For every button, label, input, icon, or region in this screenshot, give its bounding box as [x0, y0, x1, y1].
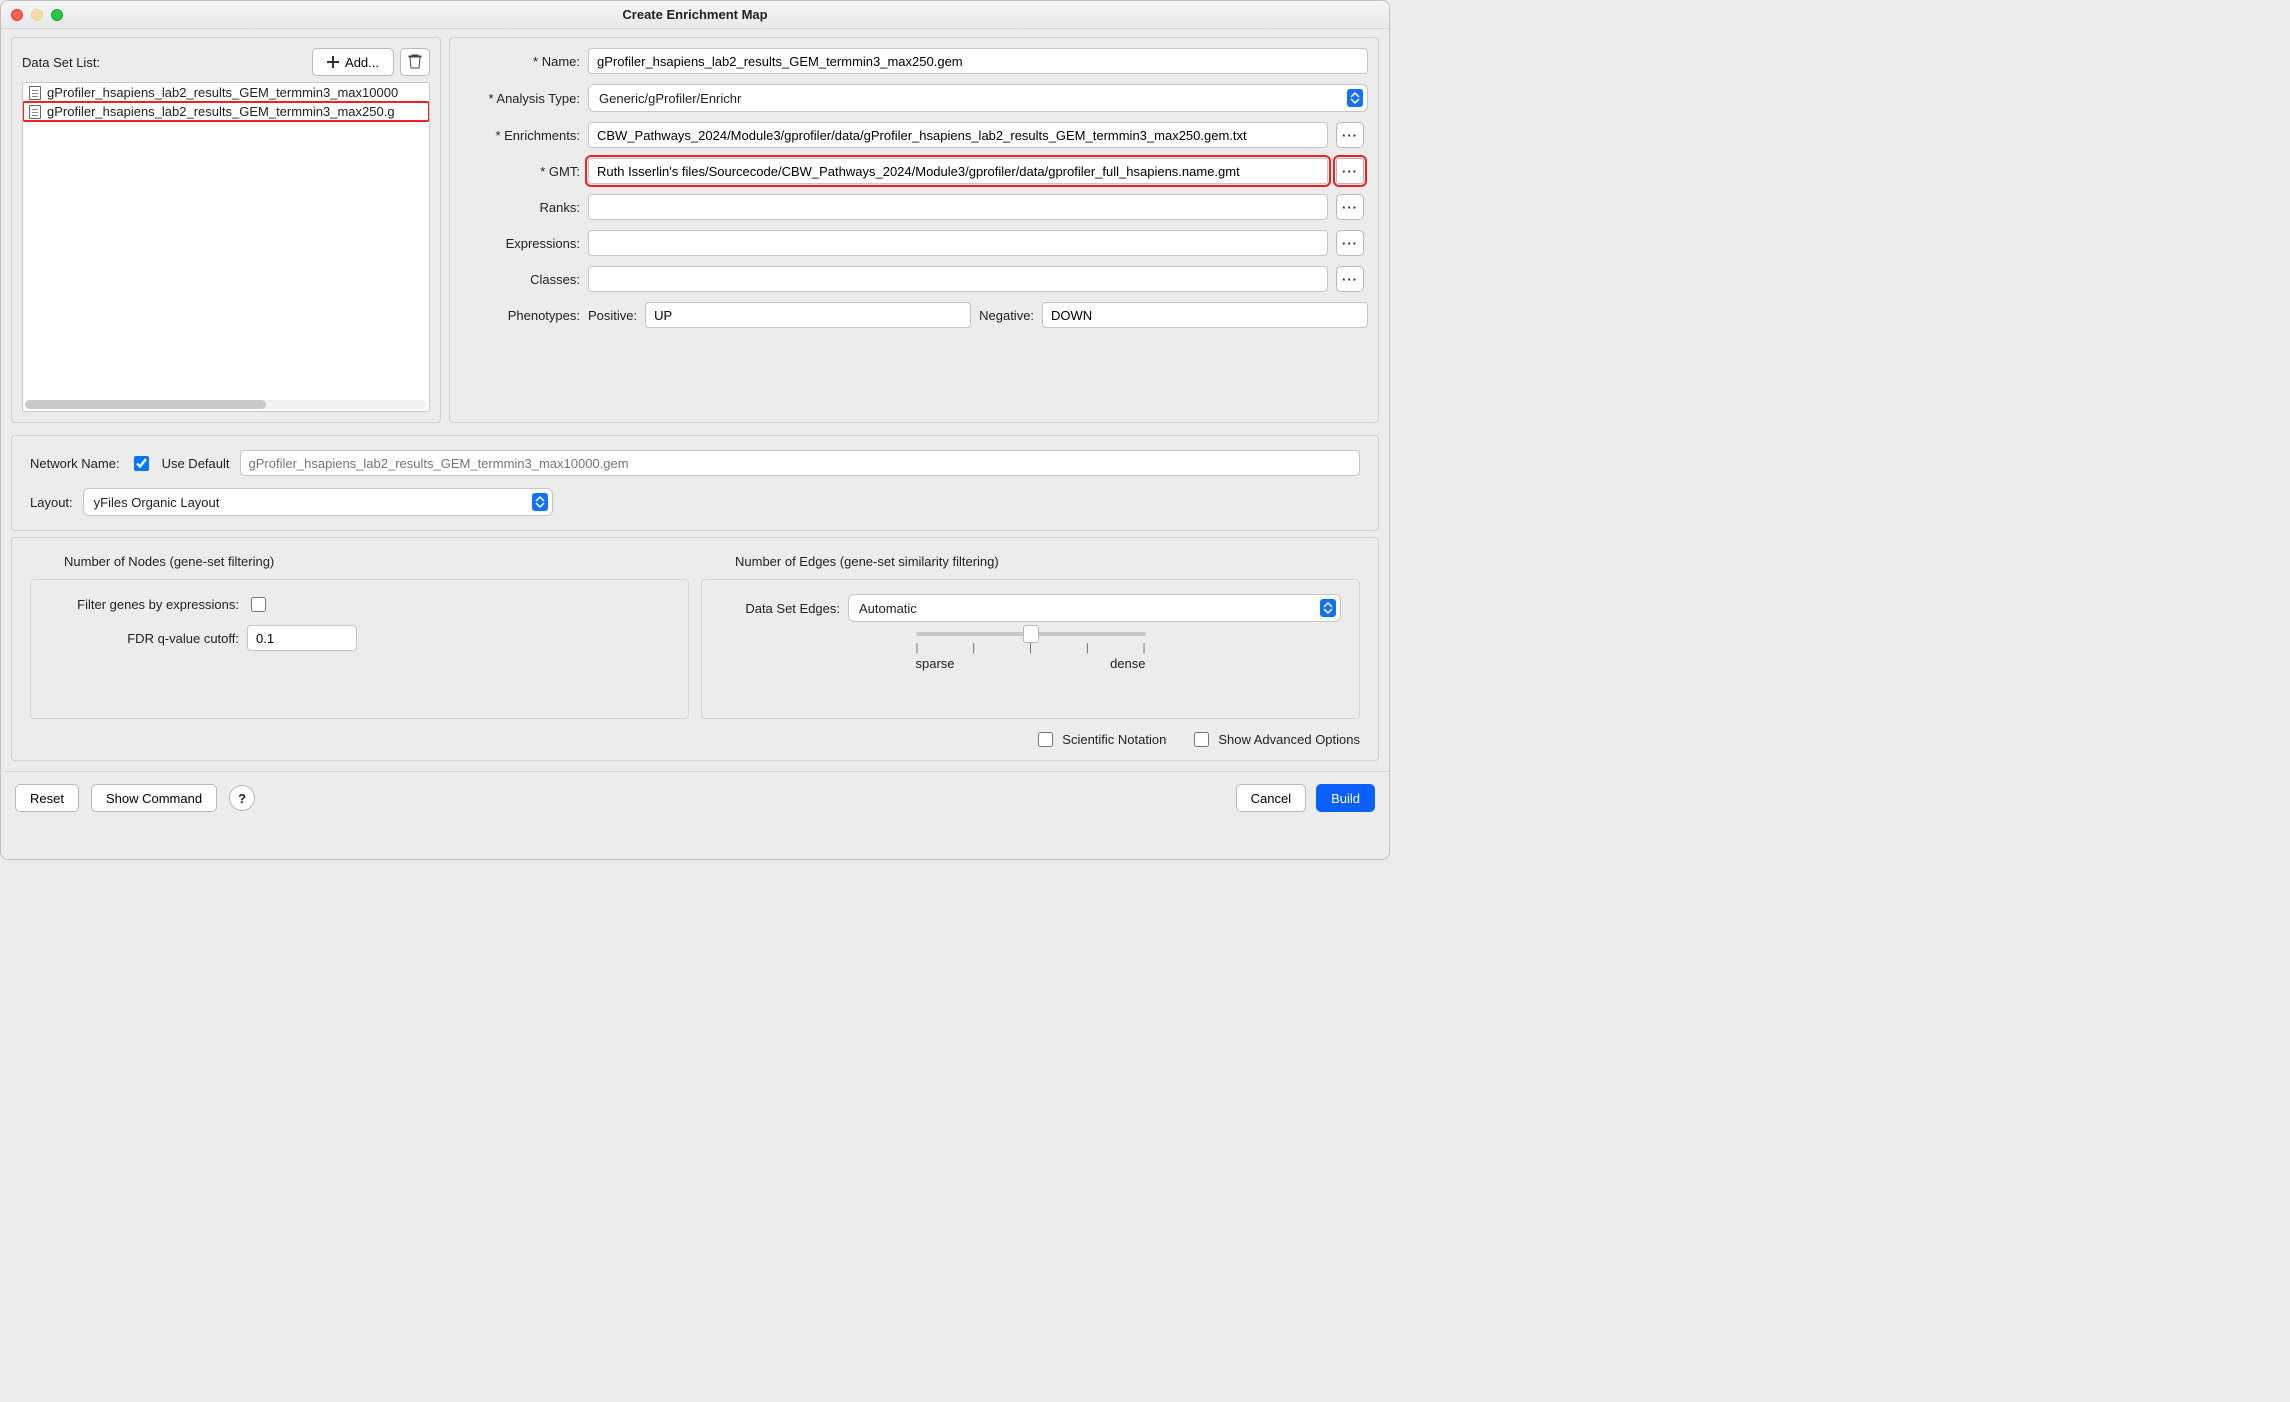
gmt-label: * GMT: — [460, 164, 580, 179]
fdr-label: FDR q-value cutoff: — [49, 631, 239, 646]
positive-input[interactable] — [645, 302, 971, 328]
expressions-input[interactable] — [588, 230, 1328, 256]
horizontal-scrollbar[interactable] — [25, 400, 427, 409]
show-advanced-label: Show Advanced Options — [1218, 732, 1360, 747]
build-button[interactable]: Build — [1316, 784, 1375, 812]
browse-gmt-button[interactable]: ··· — [1336, 158, 1364, 184]
name-label: * Name: — [460, 54, 580, 69]
nodes-filter-title: Number of Nodes (gene-set filtering) — [30, 554, 689, 569]
similarity-slider[interactable]: ||||| sparse dense — [916, 632, 1146, 671]
fdr-input[interactable] — [247, 625, 357, 651]
dataset-edges-value: Automatic — [859, 601, 917, 616]
dataset-listbox[interactable]: gProfiler_hsapiens_lab2_results_GEM_term… — [22, 82, 430, 412]
filter-genes-label: Filter genes by expressions: — [49, 597, 239, 612]
filter-genes-checkbox[interactable] — [251, 597, 266, 612]
enrichments-label: * Enrichments: — [460, 128, 580, 143]
browse-classes-button[interactable]: ··· — [1336, 266, 1364, 292]
reset-button[interactable]: Reset — [15, 784, 79, 812]
show-command-button[interactable]: Show Command — [91, 784, 217, 812]
name-input[interactable] — [588, 48, 1368, 74]
ranks-input[interactable] — [588, 194, 1328, 220]
add-button-label: Add... — [345, 55, 379, 70]
select-arrows-icon — [1347, 89, 1363, 107]
dataset-edges-label: Data Set Edges: — [720, 601, 840, 616]
classes-label: Classes: — [460, 272, 580, 287]
negative-input[interactable] — [1042, 302, 1368, 328]
cancel-button[interactable]: Cancel — [1236, 784, 1306, 812]
slider-thumb[interactable] — [1023, 625, 1039, 643]
list-item[interactable]: gProfiler_hsapiens_lab2_results_GEM_term… — [23, 83, 429, 102]
phenotypes-label: Phenotypes: — [460, 308, 580, 323]
dataset-edges-select[interactable]: Automatic — [848, 594, 1341, 622]
file-icon — [29, 86, 41, 100]
browse-ranks-button[interactable]: ··· — [1336, 194, 1364, 220]
analysis-type-select[interactable]: Generic/gProfiler/Enrichr — [588, 84, 1368, 112]
show-advanced-checkbox[interactable] — [1194, 732, 1209, 747]
edges-filter-title: Number of Edges (gene-set similarity fil… — [701, 554, 1360, 569]
window-title: Create Enrichment Map — [1, 7, 1389, 22]
scientific-notation-checkbox[interactable] — [1038, 732, 1053, 747]
list-item-label: gProfiler_hsapiens_lab2_results_GEM_term… — [47, 104, 395, 119]
network-name-label: Network Name: — [30, 456, 120, 471]
delete-dataset-button[interactable] — [400, 48, 430, 76]
scientific-notation-option[interactable]: Scientific Notation — [1034, 729, 1166, 750]
classes-input[interactable] — [588, 266, 1328, 292]
show-advanced-option[interactable]: Show Advanced Options — [1190, 729, 1360, 750]
negative-label: Negative: — [979, 308, 1034, 323]
use-default-label: Use Default — [162, 456, 230, 471]
select-arrows-icon — [532, 493, 548, 511]
browse-expressions-button[interactable]: ··· — [1336, 230, 1364, 256]
dense-label: dense — [1110, 656, 1145, 671]
list-item[interactable]: gProfiler_hsapiens_lab2_results_GEM_term… — [23, 102, 429, 121]
help-button[interactable]: ? — [229, 785, 255, 811]
trash-icon — [408, 53, 422, 72]
analysis-type-value: Generic/gProfiler/Enrichr — [599, 91, 741, 106]
positive-label: Positive: — [588, 308, 637, 323]
layout-select[interactable]: yFiles Organic Layout — [83, 488, 553, 516]
plus-icon — [327, 56, 339, 68]
sparse-label: sparse — [916, 656, 955, 671]
select-arrows-icon — [1320, 599, 1336, 617]
layout-label: Layout: — [30, 495, 73, 510]
ranks-label: Ranks: — [460, 200, 580, 215]
network-name-input — [240, 450, 1361, 476]
scientific-notation-label: Scientific Notation — [1062, 732, 1166, 747]
gmt-input[interactable] — [588, 158, 1328, 184]
analysis-type-label: * Analysis Type: — [460, 91, 580, 106]
enrichments-input[interactable] — [588, 122, 1328, 148]
list-item-label: gProfiler_hsapiens_lab2_results_GEM_term… — [47, 85, 398, 100]
browse-enrichments-button[interactable]: ··· — [1336, 122, 1364, 148]
layout-value: yFiles Organic Layout — [94, 495, 220, 510]
titlebar: Create Enrichment Map — [1, 1, 1389, 29]
add-dataset-button[interactable]: Add... — [312, 48, 394, 76]
dataset-list-label: Data Set List: — [22, 55, 306, 70]
use-default-checkbox[interactable] — [134, 456, 149, 471]
file-icon — [29, 105, 41, 119]
expressions-label: Expressions: — [460, 236, 580, 251]
